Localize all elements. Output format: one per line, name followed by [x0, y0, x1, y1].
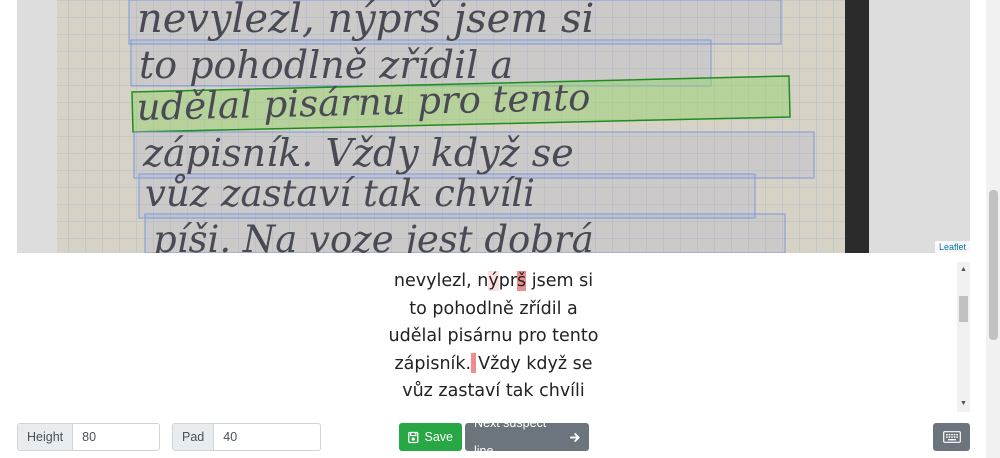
height-field: Height	[17, 423, 160, 451]
height-input[interactable]	[73, 424, 158, 450]
suspect-highlight	[471, 352, 477, 373]
transcription-text: jsem si	[526, 271, 594, 291]
transcription-line[interactable]: vůz zastaví tak chvíli	[17, 378, 970, 406]
keyboard-icon	[942, 431, 961, 443]
scan-canvas[interactable]: nevylezl, nýprš jsem si to pohodlně zříd…	[17, 0, 970, 253]
transcription-text: nevylezl, n	[393, 271, 489, 291]
pad-field: Pad	[172, 423, 323, 451]
transcription-line[interactable]: to pohodlně zřídil a	[17, 296, 970, 324]
transcription-line[interactable]: udělal pisárnu pro tento	[17, 323, 970, 351]
next-suspect-line-button[interactable]: Next suspect line	[465, 416, 589, 458]
pad-input[interactable]	[214, 424, 323, 450]
page-scrollbar-thumb[interactable]	[989, 190, 998, 340]
next-button-label: Next suspect line	[474, 416, 547, 458]
leaflet-attribution-link[interactable]: Leaflet	[934, 241, 970, 253]
save-button-label: Save	[424, 430, 454, 444]
transcription-scrollbar-thumb[interactable]	[959, 296, 968, 322]
page-edge	[845, 0, 869, 253]
transcription-scrollbar[interactable]: ▲ ▼	[957, 262, 970, 412]
page-image-viewer[interactable]: nevylezl, nýprš jsem si to pohodlně zříd…	[17, 0, 970, 253]
page-scrollbar[interactable]	[986, 0, 1000, 458]
transcription-line[interactable]: zápisník. Vždy když se	[17, 351, 970, 379]
transcription-line[interactable]: nevylezl, nýprš jsem si	[17, 268, 970, 296]
handwriting-line: píši. Na voze jest dobrá	[153, 218, 594, 253]
transcription-text: Vždy když se	[478, 353, 593, 374]
scroll-down-arrow-icon[interactable]: ▼	[957, 398, 970, 410]
save-icon	[408, 431, 419, 443]
keyboard-button[interactable]	[933, 423, 970, 451]
transcription-text: udělal pisárnu pro tento	[388, 326, 599, 346]
scroll-up-arrow-icon[interactable]: ▲	[957, 264, 970, 276]
suspect-highlight: š	[517, 271, 527, 291]
app-page: nevylezl, nýprš jsem si to pohodlně zříd…	[0, 0, 1000, 458]
handwriting-line: zápisník. Vždy když se	[142, 131, 574, 175]
arrow-right-icon	[569, 432, 580, 442]
transcription-text: zápisník.	[394, 353, 472, 374]
handwriting-line: nevylezl, nýprš jsem si	[137, 0, 594, 42]
transcription-lines[interactable]: nevylezl, nýprš jsem si to pohodlně zřídi…	[17, 268, 970, 406]
transcription-text: to pohodlně zřídil a	[409, 298, 578, 319]
transcription-text: vůz zastaví tak chvíli	[402, 381, 585, 401]
height-label: Height	[18, 424, 74, 450]
save-button[interactable]: Save	[399, 423, 462, 451]
transcription-panel[interactable]: nevylezl, nýprš jsem si to pohodlně zřídi…	[17, 260, 970, 412]
pad-label: Pad	[173, 424, 215, 450]
suspect-highlight: ý	[488, 271, 499, 291]
transcription-text: pr	[498, 271, 518, 291]
handwriting-line: vůz zastaví tak chvíli	[145, 172, 535, 215]
